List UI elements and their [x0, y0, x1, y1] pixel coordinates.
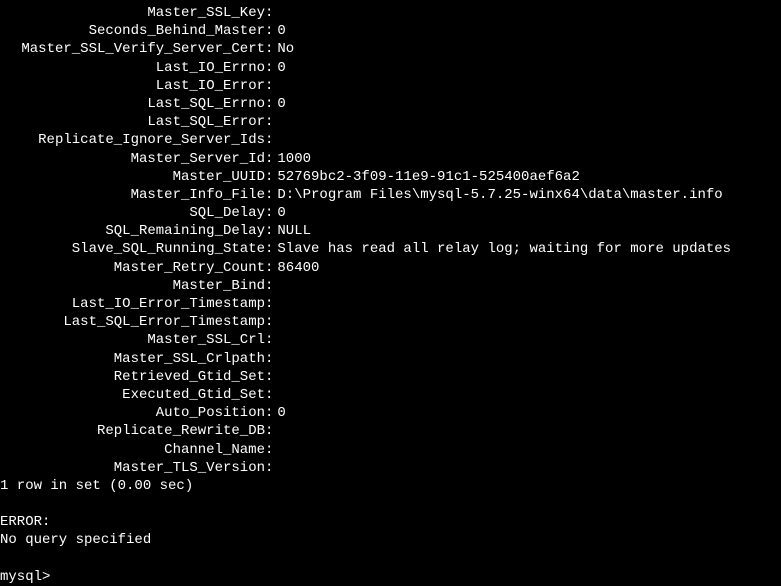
- status-value: [273, 114, 277, 130]
- status-row: Last_IO_Error_Timestamp:: [0, 295, 781, 313]
- status-label: Master_SSL_Crl: [0, 331, 265, 349]
- status-value: No: [273, 41, 294, 57]
- status-label: Master_Info_File: [0, 186, 265, 204]
- status-label: Last_IO_Error: [0, 77, 265, 95]
- status-label: Master_UUID: [0, 168, 265, 186]
- status-value: [273, 332, 277, 348]
- status-label: Master_SSL_Crlpath: [0, 350, 265, 368]
- status-value: [273, 442, 277, 458]
- status-value: [273, 369, 277, 385]
- status-value: 0: [273, 405, 285, 421]
- status-row: Master_Info_File:D:\Program Files\mysql-…: [0, 186, 781, 204]
- status-value: NULL: [273, 223, 311, 239]
- status-label: Master_Server_Id: [0, 150, 265, 168]
- status-value: 0: [273, 60, 285, 76]
- status-value: Slave has read all relay log; waiting fo…: [273, 241, 731, 257]
- status-label: Last_IO_Errno: [0, 59, 265, 77]
- status-row: Replicate_Rewrite_DB:: [0, 422, 781, 440]
- status-value: 0: [273, 23, 285, 39]
- status-label: SQL_Delay: [0, 204, 265, 222]
- blank-line: [0, 495, 781, 513]
- status-value: [273, 278, 277, 294]
- status-label: Channel_Name: [0, 441, 265, 459]
- status-row: Retrieved_Gtid_Set:: [0, 368, 781, 386]
- error-label: ERROR:: [0, 513, 781, 531]
- status-row: Last_IO_Error:: [0, 77, 781, 95]
- status-label: Slave_SQL_Running_State: [0, 240, 265, 258]
- blank-line: [0, 550, 781, 568]
- status-label: Last_IO_Error_Timestamp: [0, 295, 265, 313]
- status-label: Seconds_Behind_Master: [0, 22, 265, 40]
- status-label: Last_SQL_Error: [0, 113, 265, 131]
- status-row: Slave_SQL_Running_State:Slave has read a…: [0, 240, 781, 258]
- status-row: Master_TLS_Version:: [0, 459, 781, 477]
- status-row: Master_Server_Id:1000: [0, 150, 781, 168]
- status-row: Master_Bind:: [0, 277, 781, 295]
- status-value: [273, 314, 277, 330]
- status-label: Last_SQL_Error_Timestamp: [0, 313, 265, 331]
- status-value: 0: [273, 96, 285, 112]
- status-row: Master_SSL_Verify_Server_Cert:No: [0, 40, 781, 58]
- status-value: [273, 78, 277, 94]
- status-row: Master_Retry_Count:86400: [0, 259, 781, 277]
- status-row: Seconds_Behind_Master:0: [0, 22, 781, 40]
- status-row: Master_SSL_Crlpath:: [0, 350, 781, 368]
- row-summary: 1 row in set (0.00 sec): [0, 477, 781, 495]
- slave-status-output: Master_SSL_Key:Seconds_Behind_Master:0Ma…: [0, 4, 781, 477]
- status-label: Auto_Position: [0, 404, 265, 422]
- status-value: 52769bc2-3f09-11e9-91c1-525400aef6a2: [273, 169, 579, 185]
- status-value: [273, 132, 277, 148]
- status-label: Master_TLS_Version: [0, 459, 265, 477]
- status-label: Master_SSL_Key: [0, 4, 265, 22]
- status-label: Master_Retry_Count: [0, 259, 265, 277]
- status-row: Replicate_Ignore_Server_Ids:: [0, 131, 781, 149]
- status-row: Master_UUID:52769bc2-3f09-11e9-91c1-5254…: [0, 168, 781, 186]
- status-label: Retrieved_Gtid_Set: [0, 368, 265, 386]
- status-label: Replicate_Rewrite_DB: [0, 422, 265, 440]
- status-row: Last_SQL_Error_Timestamp:: [0, 313, 781, 331]
- status-row: Master_SSL_Key:: [0, 4, 781, 22]
- status-row: Auto_Position:0: [0, 404, 781, 422]
- status-label: Master_Bind: [0, 277, 265, 295]
- status-row: Last_IO_Errno:0: [0, 59, 781, 77]
- status-label: Replicate_Ignore_Server_Ids: [0, 131, 265, 149]
- status-row: SQL_Remaining_Delay:NULL: [0, 222, 781, 240]
- status-label: Master_SSL_Verify_Server_Cert: [0, 40, 265, 58]
- status-label: Executed_Gtid_Set: [0, 386, 265, 404]
- status-value: 86400: [273, 260, 319, 276]
- status-row: Executed_Gtid_Set:: [0, 386, 781, 404]
- status-value: [273, 351, 277, 367]
- status-label: Last_SQL_Errno: [0, 95, 265, 113]
- status-value: 1000: [273, 151, 311, 167]
- status-value: [273, 460, 277, 476]
- status-row: Channel_Name:: [0, 441, 781, 459]
- status-value: D:\Program Files\mysql-5.7.25-winx64\dat…: [273, 187, 722, 203]
- status-row: SQL_Delay:0: [0, 204, 781, 222]
- status-value: [273, 296, 277, 312]
- status-row: Last_SQL_Errno:0: [0, 95, 781, 113]
- status-value: [273, 5, 277, 21]
- status-row: Master_SSL_Crl:: [0, 331, 781, 349]
- error-message: No query specified: [0, 531, 781, 549]
- status-value: [273, 423, 277, 439]
- status-value: 0: [273, 205, 285, 221]
- status-label: SQL_Remaining_Delay: [0, 222, 265, 240]
- status-value: [273, 387, 277, 403]
- status-row: Last_SQL_Error:: [0, 113, 781, 131]
